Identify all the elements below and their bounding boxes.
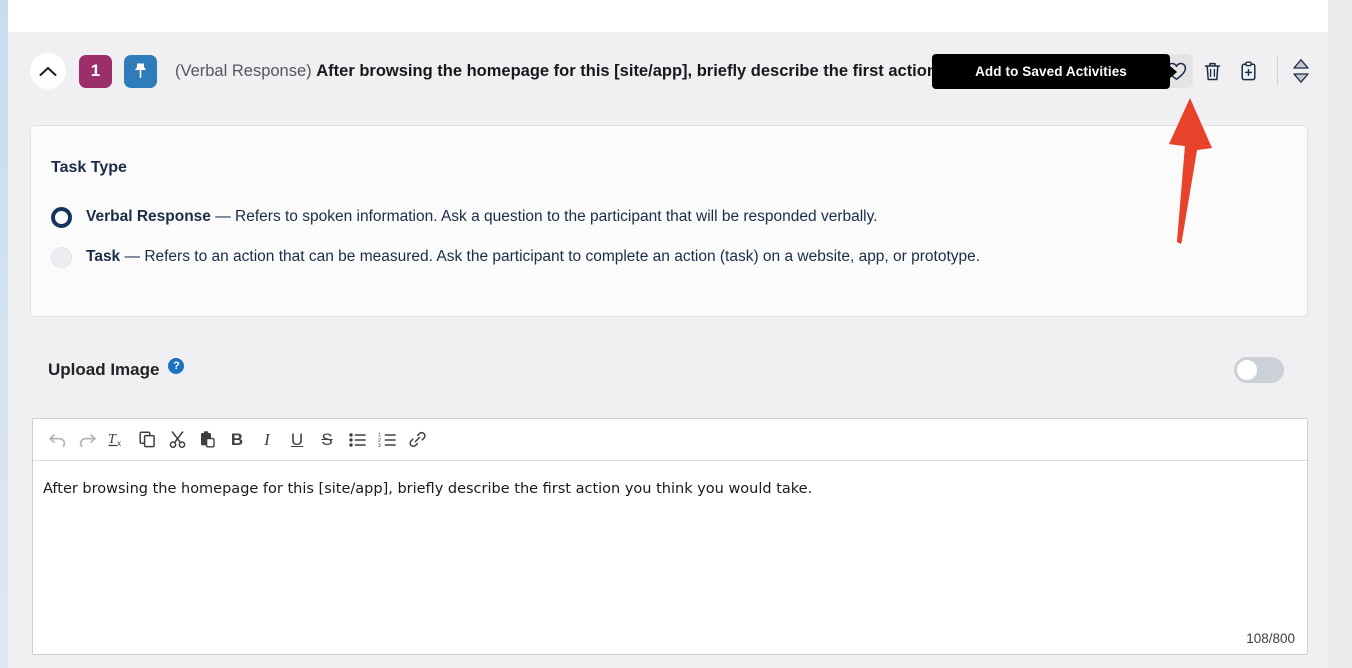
task-type-option-label: Task — Refers to an action that can be m…: [86, 246, 980, 268]
underline-icon: U: [290, 429, 304, 449]
option-description: Refers to an action that can be measured…: [144, 248, 981, 265]
clipboard-plus-icon: [1240, 61, 1256, 80]
bold-button[interactable]: B: [223, 426, 251, 454]
activity-title-prefix: (Verbal Response): [175, 62, 317, 80]
upload-image-toggle[interactable]: [1234, 357, 1284, 383]
radio-task[interactable]: [51, 247, 72, 268]
task-type-heading: Task Type: [51, 159, 127, 176]
activity-number-badge[interactable]: 1: [79, 54, 112, 88]
undo-button[interactable]: [43, 426, 71, 454]
task-type-option-verbal-response[interactable]: Verbal Response — Refers to spoken infor…: [51, 206, 1279, 228]
editor-toolbar: T x B I U S 1 2 3: [33, 419, 1307, 461]
editor-body[interactable]: After browsing the homepage for this [si…: [33, 461, 1307, 654]
task-type-option-task[interactable]: Task — Refers to an action that can be m…: [51, 246, 1279, 268]
scissors-icon: [169, 431, 185, 448]
delete-activity-button[interactable]: [1195, 54, 1229, 88]
option-title: Verbal Response: [86, 208, 211, 225]
bold-icon: B: [230, 429, 244, 449]
svg-text:3: 3: [378, 443, 381, 448]
task-type-card: Task Type Verbal Response — Refers to sp…: [30, 125, 1308, 317]
bullet-list-icon: [348, 432, 366, 447]
option-title: Task: [86, 248, 121, 265]
tooltip-label: Add to Saved Activities: [975, 64, 1127, 79]
strikethrough-icon: S: [321, 429, 333, 449]
svg-text:x: x: [117, 439, 121, 448]
top-strip: [8, 0, 1328, 32]
reorder-activity-button[interactable]: [1288, 51, 1314, 91]
paste-button[interactable]: [193, 426, 221, 454]
help-circle-icon[interactable]: ?: [168, 358, 185, 374]
question-editor: T x B I U S 1 2 3 After browsing the hom…: [32, 418, 1308, 655]
trash-icon: [1204, 62, 1220, 80]
link-button[interactable]: [403, 426, 431, 454]
option-dash: —: [120, 248, 145, 265]
underline-button[interactable]: U: [283, 426, 311, 454]
remove-format-icon: T x: [108, 432, 121, 448]
chevron-up-icon: [39, 66, 57, 76]
numbered-list-button[interactable]: 1 2 3: [373, 426, 401, 454]
sort-down-icon: [1293, 72, 1309, 83]
upload-image-row: Upload Image ?: [48, 352, 1284, 388]
bullet-list-button[interactable]: [343, 426, 371, 454]
redo-button[interactable]: [73, 426, 101, 454]
pin-activity-button[interactable]: [124, 54, 157, 88]
left-rail: [0, 0, 8, 668]
strikethrough-button[interactable]: S: [313, 426, 341, 454]
clipboard-icon: [200, 431, 215, 448]
character-counter: 108/800: [1246, 631, 1295, 646]
numbered-list-icon: 1 2 3: [378, 432, 396, 448]
editor-content[interactable]: After browsing the homepage for this [si…: [43, 479, 1287, 499]
collapse-activity-button[interactable]: [30, 53, 66, 89]
remove-format-button[interactable]: T x: [103, 426, 131, 454]
task-type-option-label: Verbal Response — Refers to spoken infor…: [86, 206, 878, 228]
undo-icon: [48, 433, 65, 447]
pin-icon: [135, 63, 146, 78]
option-description: Refers to spoken information. Ask a ques…: [235, 208, 878, 225]
svg-text:T: T: [108, 432, 117, 447]
toggle-knob: [1237, 360, 1257, 380]
italic-icon: I: [264, 429, 270, 449]
redo-icon: [79, 433, 96, 447]
link-icon: [408, 431, 426, 448]
radio-verbal-response[interactable]: [51, 207, 72, 228]
copy-icon: [138, 431, 155, 448]
upload-image-label: Upload Image: [48, 360, 160, 379]
activity-header-actions: [1157, 51, 1314, 91]
header-actions-divider: [1277, 56, 1278, 86]
italic-button[interactable]: I: [253, 426, 281, 454]
sort-up-down-icon: [1293, 58, 1309, 69]
option-dash: —: [210, 208, 236, 225]
tooltip-add-to-saved-activities: Add to Saved Activities: [932, 54, 1170, 89]
cut-button[interactable]: [163, 426, 191, 454]
copy-button[interactable]: [133, 426, 161, 454]
duplicate-activity-button[interactable]: [1231, 54, 1265, 88]
